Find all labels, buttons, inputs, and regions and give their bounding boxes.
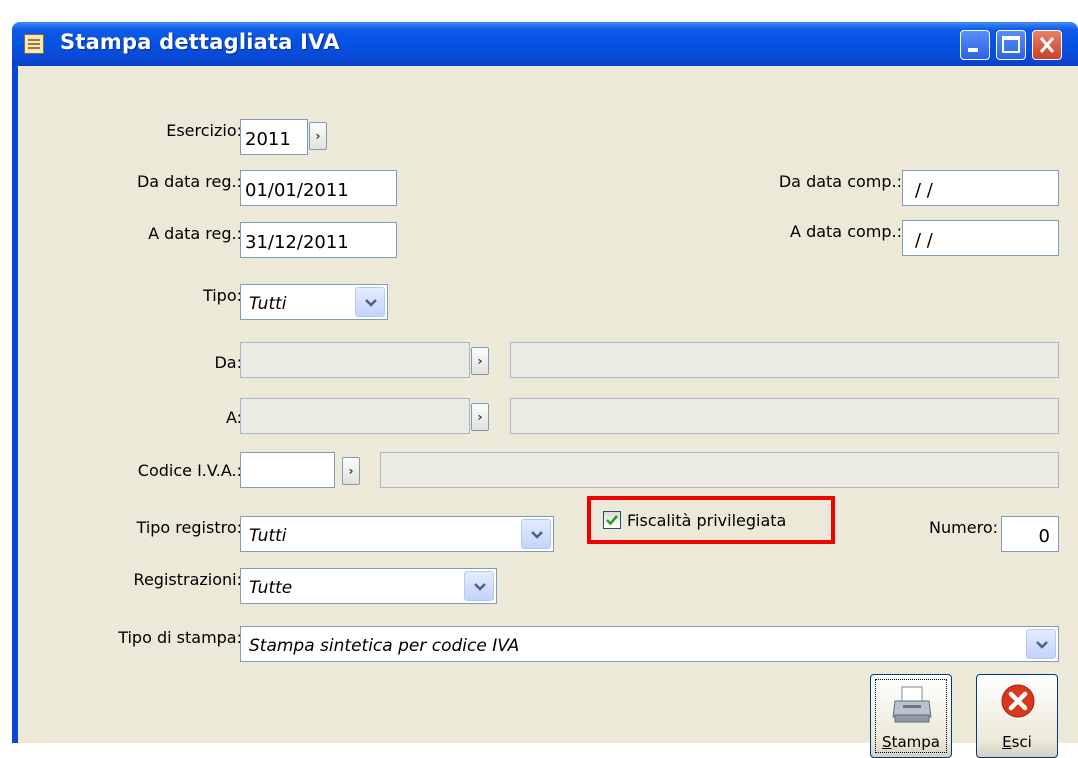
tipo-dropdown-button[interactable] <box>355 287 385 317</box>
checkmark-icon <box>606 515 618 526</box>
numero-label: Numero: <box>929 518 998 537</box>
title-bar[interactable]: Stampa dettagliata IVA <box>12 22 1078 66</box>
esercizio-zoom-button[interactable]: › <box>309 122 327 150</box>
a-data-reg-field[interactable]: 31/12/2011 <box>240 222 397 258</box>
numero-field[interactable]: 0 <box>1001 516 1059 552</box>
tipo-registro-dropdown-button[interactable] <box>521 519 551 549</box>
close-x-icon <box>1001 684 1035 718</box>
da-data-comp-label: Da data comp.: <box>778 172 902 191</box>
stampa-caption: Stampa <box>882 733 940 751</box>
a-data-comp-field[interactable]: / / <box>902 220 1059 256</box>
tipo-registro-combo[interactable]: Tutti <box>240 516 554 552</box>
tipo-value: Tutti <box>249 294 287 314</box>
codice-iva-label: Codice I.V.A.: <box>137 461 242 480</box>
codice-iva-field[interactable] <box>240 452 335 488</box>
a-data-comp-label: A data comp.: <box>790 222 902 241</box>
registrazioni-value: Tutte <box>249 578 293 598</box>
close-button[interactable] <box>1032 30 1062 60</box>
codice-iva-description-field <box>380 452 1059 488</box>
registrazioni-dropdown-button[interactable] <box>464 571 494 601</box>
da-zoom-button[interactable]: › <box>471 347 489 375</box>
tipo-registro-label: Tipo registro: <box>136 518 242 537</box>
fiscalita-checkbox[interactable] <box>603 511 621 529</box>
a-description-field <box>510 398 1059 434</box>
da-code-field[interactable] <box>240 342 470 378</box>
esercizio-field[interactable]: 2011 <box>240 119 308 155</box>
tipo-stampa-combo[interactable]: Stampa sintetica per codice IVA <box>240 626 1059 662</box>
fiscalita-label[interactable]: Fiscalità privilegiata <box>627 511 786 530</box>
chevron-down-icon <box>474 583 486 591</box>
esci-button[interactable]: Esci <box>976 674 1058 758</box>
a-data-reg-label: A data reg.: <box>148 224 242 243</box>
chevron-down-icon <box>1036 641 1048 649</box>
tipo-combo[interactable]: Tutti <box>240 284 388 320</box>
dialog-body: Esercizio: 2011 › Da data reg.: 01/01/20… <box>18 66 1078 758</box>
esercizio-label: Esercizio: <box>166 121 242 140</box>
da-data-reg-field[interactable]: 01/01/2011 <box>240 170 397 206</box>
zoom-arrow-icon: › <box>348 464 354 478</box>
da-data-reg-label: Da data reg.: <box>136 172 242 191</box>
window: Stampa dettagliata IVA Esercizio: 2011 ›… <box>12 22 1078 758</box>
window-title: Stampa dettagliata IVA <box>60 30 340 54</box>
minimize-button[interactable] <box>960 30 990 60</box>
da-label: Da: <box>214 353 242 372</box>
tipo-label: Tipo: <box>202 286 242 305</box>
maximize-button[interactable] <box>996 30 1026 60</box>
zoom-arrow-icon: › <box>477 410 483 424</box>
registrazioni-combo[interactable]: Tutte <box>240 568 497 604</box>
a-code-field[interactable] <box>240 398 470 434</box>
printer-icon <box>892 686 932 723</box>
tipo-stampa-value: Stampa sintetica per codice IVA <box>249 636 520 656</box>
registrazioni-label: Registrazioni: <box>133 570 242 589</box>
tipo-stampa-label: Tipo di stampa: <box>118 628 242 647</box>
codice-iva-zoom-button[interactable]: › <box>342 457 360 485</box>
stampa-button[interactable]: Stampa <box>870 674 952 758</box>
tipo-registro-value: Tutti <box>249 526 287 546</box>
chevron-down-icon <box>365 299 377 307</box>
da-data-comp-field[interactable]: / / <box>902 170 1059 206</box>
fiscalita-highlight-box: Fiscalità privilegiata <box>587 496 835 544</box>
zoom-arrow-icon: › <box>477 354 483 368</box>
maximize-icon <box>1002 36 1020 53</box>
document-icon[interactable] <box>24 34 44 54</box>
chevron-down-icon <box>531 531 543 539</box>
da-description-field <box>510 342 1059 378</box>
close-icon <box>1039 37 1055 53</box>
a-zoom-button[interactable]: › <box>471 403 489 431</box>
tipo-stampa-dropdown-button[interactable] <box>1026 629 1056 659</box>
zoom-arrow-icon: › <box>315 129 321 143</box>
minimize-icon <box>968 48 978 52</box>
esci-caption: Esci <box>1002 733 1032 751</box>
